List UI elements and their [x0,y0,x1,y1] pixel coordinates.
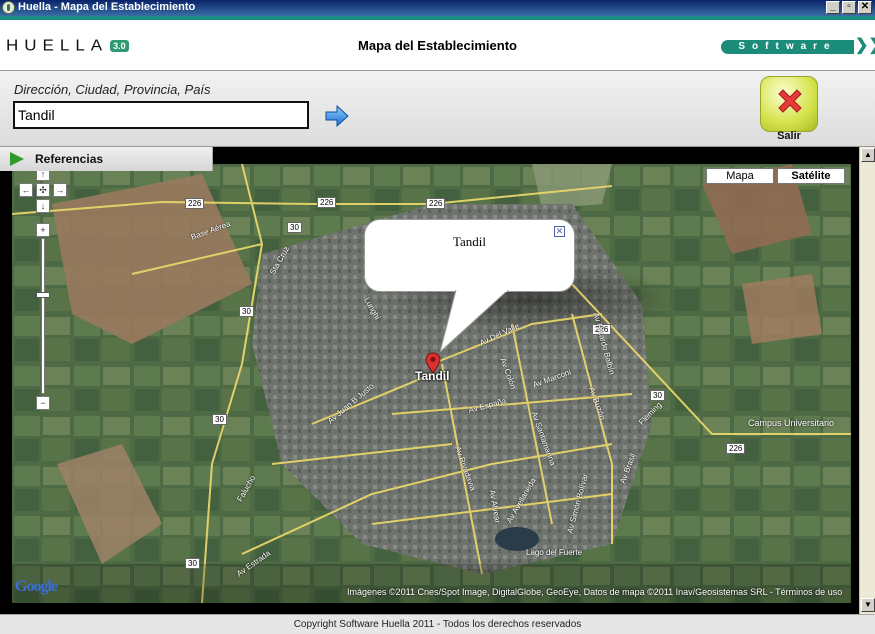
footer: Copyright Software Huella 2011 - Todos l… [0,614,875,634]
map-type-satelite[interactable]: Satélite [777,168,845,184]
info-window-title: Tandil [452,234,487,249]
info-close-icon[interactable]: ✕ [554,226,565,237]
huella-logo: HUELLA 3.0 [6,36,129,56]
maximize-button[interactable]: ▫ [842,1,856,14]
page-title: Mapa del Establecimiento [358,38,517,53]
route-shield: 226 [317,197,337,208]
references-label: Referencias [35,152,104,166]
route-shield: 30 [650,390,665,401]
exit-button[interactable] [760,76,818,132]
exit-label: Salir [777,130,801,142]
search-panel: Dirección, Ciudad, Provincia, País Salir [0,71,875,147]
zoom-in-button[interactable]: + [36,223,50,237]
place-label-lake: Lago del Fuerte [526,548,583,557]
route-shield: 30 [287,222,302,233]
app-window: Huella - Mapa del Establecimiento _ ▫ ✕ … [0,0,875,634]
window-titlebar[interactable]: Huella - Mapa del Establecimiento _ ▫ ✕ [0,0,875,16]
terms-link[interactable]: Términos de uso [775,587,842,597]
pan-left-icon[interactable]: ← [19,183,33,197]
route-shield: 30 [239,306,254,317]
arrow-right-icon[interactable] [324,103,350,129]
pan-right-icon[interactable]: → [53,183,67,197]
logo-wordmark: HUELLA [6,37,109,55]
google-logo-text: Google [15,578,58,595]
attribution-text: Imágenes ©2011 Cnes/Spot Image, DigitalG… [347,587,773,597]
logo-version-badge: 3.0 [110,40,129,52]
play-triangle-icon [10,152,24,166]
map-type-mapa[interactable]: Mapa [706,168,774,184]
zoom-slider-handle[interactable] [36,292,50,298]
address-label: Dirección, Ciudad, Provincia, País [14,82,211,97]
pan-center-icon[interactable]: ✣ [36,183,50,197]
route-shield: 226 [185,198,205,209]
address-input[interactable] [13,101,309,129]
references-tab[interactable]: Referencias [0,147,213,171]
window-title: Huella - Mapa del Establecimiento [18,1,196,13]
map-frame: 226 226 226 226 226 30 30 30 30 30 Base … [0,147,859,614]
close-window-button[interactable]: ✕ [858,1,872,14]
info-window-pointer [439,289,509,354]
scroll-up-icon[interactable]: ▲ [861,148,875,162]
place-label-campus: Campus Universitario [748,418,835,428]
software-badge: Software [721,40,854,54]
route-shield: 30 [185,558,200,569]
info-window: Tandil ✕ [364,219,575,292]
route-shield: 226 [726,443,746,454]
scroll-down-icon[interactable]: ▼ [861,598,875,612]
minimize-button[interactable]: _ [826,1,840,14]
chevron-right-icon: ❯❯ [855,37,875,54]
app-icon [2,1,15,14]
satellite-map[interactable]: 226 226 226 226 226 30 30 30 30 30 Base … [12,164,851,603]
app-header: HUELLA 3.0 Mapa del Establecimiento Soft… [0,16,875,71]
pan-down-icon[interactable]: ↓ [36,199,50,213]
vertical-scrollbar[interactable]: ▲ ▼ [859,147,875,614]
google-logo: Google [15,578,58,596]
zoom-slider-track[interactable] [41,238,45,394]
zoom-out-button[interactable]: − [36,396,50,410]
map-attribution: Imágenes ©2011 Cnes/Spot Image, DigitalG… [347,587,842,597]
route-shield: 226 [426,198,446,209]
route-shield: 30 [212,414,227,425]
marker-label: Tandil [415,369,450,383]
close-x-icon [778,89,802,113]
